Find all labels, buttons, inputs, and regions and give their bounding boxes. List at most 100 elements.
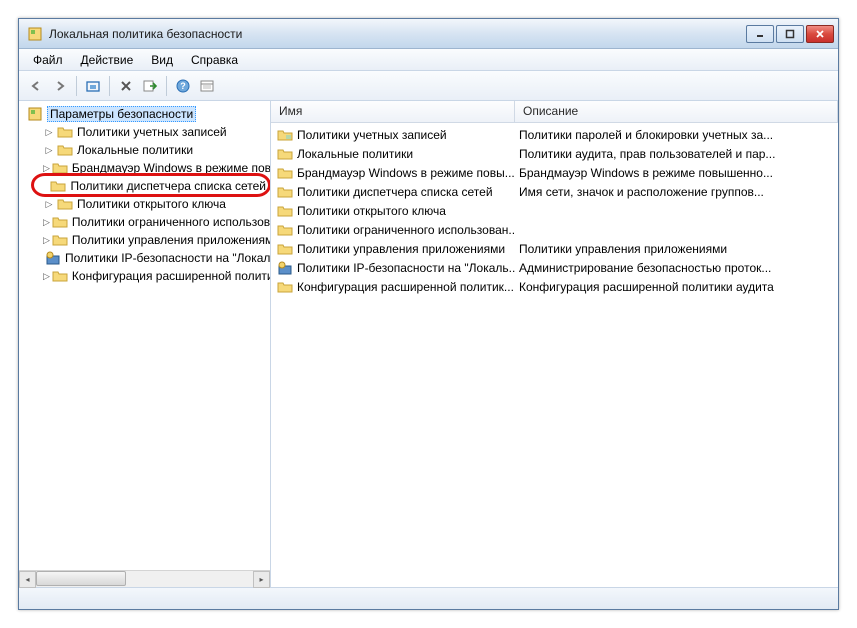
list-row[interactable]: Брандмауэр Windows в режиме повы... Бран… — [271, 163, 838, 182]
properties-button[interactable] — [196, 75, 218, 97]
list-body: Политики учетных записей Политики пароле… — [271, 123, 838, 587]
folder-icon — [277, 184, 293, 200]
toolbar: ? — [19, 71, 838, 101]
folder-icon — [52, 214, 68, 230]
help-button[interactable]: ? — [172, 75, 194, 97]
row-desc: Политики паролей и блокировки учетных за… — [515, 128, 838, 142]
list-row[interactable]: Политики открытого ключа — [271, 201, 838, 220]
titlebar: Локальная политика безопасности — [19, 19, 838, 49]
expander-icon[interactable]: ▷ — [43, 216, 50, 228]
export-button[interactable] — [139, 75, 161, 97]
folder-icon — [57, 196, 73, 212]
folder-icon — [277, 203, 293, 219]
folder-icon — [57, 124, 73, 140]
tree-item-label: Политики IP-безопасности на "Локальный к… — [65, 251, 270, 265]
tree-children: ▷ Политики учетных записей ▷ Локальные п… — [23, 123, 266, 285]
list-pane: Имя Описание Политики учетных записей По… — [271, 101, 838, 587]
column-header-description[interactable]: Описание — [515, 101, 838, 122]
scroll-left-arrow[interactable]: ◂ — [19, 571, 36, 588]
row-desc: Политики аудита, прав пользователей и па… — [515, 147, 838, 161]
tree-item-label: Локальные политики — [77, 143, 193, 157]
list-row[interactable]: Политики диспетчера списка сетей Имя сет… — [271, 182, 838, 201]
menu-help[interactable]: Справка — [183, 51, 246, 69]
scroll-thumb[interactable] — [36, 571, 126, 586]
ipsec-icon — [277, 260, 293, 276]
row-name: Брандмауэр Windows в режиме повы... — [297, 166, 515, 180]
forward-button[interactable] — [49, 75, 71, 97]
tree-item-account-policies[interactable]: ▷ Политики учетных записей — [39, 123, 266, 141]
menubar: Файл Действие Вид Справка — [19, 49, 838, 71]
back-button[interactable] — [25, 75, 47, 97]
row-desc: Конфигурация расширенной политики аудита — [515, 280, 838, 294]
folder-icon — [52, 160, 68, 176]
expander-icon[interactable]: ▷ — [43, 126, 55, 138]
app-icon — [27, 26, 43, 42]
folder-icon — [277, 279, 293, 295]
tree-item-local-policies[interactable]: ▷ Локальные политики — [39, 141, 266, 159]
toolbar-separator — [109, 76, 110, 96]
folder-icon — [57, 142, 73, 158]
expander-spacer — [43, 180, 48, 192]
menu-file[interactable]: Файл — [25, 51, 71, 69]
list-row[interactable]: Политики учетных записей Политики пароле… — [271, 125, 838, 144]
tree-horizontal-scrollbar[interactable]: ◂ ▸ — [19, 570, 270, 587]
tree-item-restricted-use[interactable]: ▷ Политики ограниченного использования п… — [39, 213, 266, 231]
menu-view[interactable]: Вид — [143, 51, 181, 69]
row-name: Локальные политики — [297, 147, 413, 161]
tree-item-public-key[interactable]: ▷ Политики открытого ключа — [39, 195, 266, 213]
tree-item-label: Политики открытого ключа — [77, 197, 226, 211]
content-area: Параметры безопасности ▷ Политики учетны… — [19, 101, 838, 587]
row-desc: Брандмауэр Windows в режиме повышенно... — [515, 166, 838, 180]
list-row[interactable]: Политики IP-безопасности на "Локаль... А… — [271, 258, 838, 277]
column-header-name[interactable]: Имя — [271, 101, 515, 122]
delete-button[interactable] — [115, 75, 137, 97]
ipsec-icon — [45, 250, 61, 266]
up-level-button[interactable] — [82, 75, 104, 97]
scroll-right-arrow[interactable]: ▸ — [253, 571, 270, 588]
tree-root-node[interactable]: Параметры безопасности — [23, 105, 266, 123]
row-name: Политики учетных записей — [297, 128, 447, 142]
close-button[interactable] — [806, 25, 834, 43]
row-name: Политики открытого ключа — [297, 204, 446, 218]
row-name: Политики управления приложениями — [297, 242, 505, 256]
list-row[interactable]: Политики управления приложениями Политик… — [271, 239, 838, 258]
row-name: Политики диспетчера списка сетей — [297, 185, 493, 199]
expander-icon[interactable]: ▷ — [43, 198, 55, 210]
menu-action[interactable]: Действие — [73, 51, 142, 69]
expander-icon[interactable]: ▷ — [43, 234, 50, 246]
minimize-button[interactable] — [746, 25, 774, 43]
toolbar-separator — [76, 76, 77, 96]
folder-icon — [277, 146, 293, 162]
tree-item-label: Политики учетных записей — [77, 125, 227, 139]
scroll-track[interactable] — [36, 571, 253, 588]
window-controls — [746, 25, 834, 43]
maximize-button[interactable] — [776, 25, 804, 43]
tree: Параметры безопасности ▷ Политики учетны… — [19, 103, 270, 287]
list-row[interactable]: Конфигурация расширенной политик... Конф… — [271, 277, 838, 296]
expander-icon[interactable]: ▷ — [43, 270, 50, 282]
expander-icon[interactable]: ▷ — [43, 162, 50, 174]
list-header: Имя Описание — [271, 101, 838, 123]
list-row[interactable]: Политики ограниченного использован... — [271, 220, 838, 239]
expander-icon[interactable]: ▷ — [43, 144, 55, 156]
list-row[interactable]: Локальные политики Политики аудита, прав… — [271, 144, 838, 163]
policy-icon — [277, 127, 293, 143]
folder-icon — [277, 165, 293, 181]
row-name: Политики IP-безопасности на "Локаль... — [297, 261, 515, 275]
app-window: Локальная политика безопасности Файл Дей… — [18, 18, 839, 610]
tree-item-network-list[interactable]: Политики диспетчера списка сетей — [39, 177, 266, 195]
tree-item-audit-config[interactable]: ▷ Конфигурация расширенной политики ауди… — [39, 267, 266, 285]
tree-item-ipsec[interactable]: Политики IP-безопасности на "Локальный к… — [39, 249, 266, 267]
tree-item-label: Политики диспетчера списка сетей — [70, 179, 266, 193]
row-desc: Политики управления приложениями — [515, 242, 838, 256]
folder-icon — [52, 232, 68, 248]
statusbar — [19, 587, 838, 609]
tree-root-label: Параметры безопасности — [47, 106, 196, 122]
svg-text:?: ? — [180, 81, 186, 91]
tree-item-firewall[interactable]: ▷ Брандмауэр Windows в режиме повышенной… — [39, 159, 266, 177]
tree-item-label: Политики управления приложениями — [72, 233, 270, 247]
row-name: Конфигурация расширенной политик... — [297, 280, 514, 294]
shield-icon — [27, 106, 43, 122]
tree-item-app-management[interactable]: ▷ Политики управления приложениями — [39, 231, 266, 249]
tree-body: Параметры безопасности ▷ Политики учетны… — [19, 101, 270, 570]
